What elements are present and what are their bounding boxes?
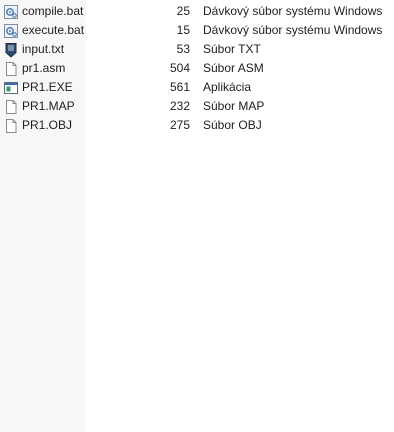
- file-type: Dávkový súbor systému Windows: [203, 23, 383, 37]
- file-row-pr1-obj[interactable]: PR1.OBJ 275 Súbor OBJ: [0, 116, 394, 135]
- file-name: PR1.OBJ: [22, 118, 73, 132]
- file-row-pr1-asm[interactable]: pr1.asm 504 Súbor ASM: [0, 59, 394, 78]
- file-name: pr1.asm: [22, 61, 66, 75]
- file-list: compile.bat 25 Dávkový súbor systému Win…: [0, 2, 394, 135]
- file-size: 53: [176, 42, 190, 56]
- blank-file-icon: [3, 61, 19, 77]
- file-type: Súbor OBJ: [203, 118, 262, 132]
- file-type: Súbor TXT: [203, 42, 261, 56]
- file-name: input.txt: [22, 42, 65, 56]
- file-size: 232: [169, 99, 190, 113]
- file-row-compile-bat[interactable]: compile.bat 25 Dávkový súbor systému Win…: [0, 2, 394, 21]
- file-type: Dávkový súbor systému Windows: [203, 4, 383, 18]
- text-file-icon: [3, 42, 19, 58]
- file-name: PR1.EXE: [22, 80, 73, 94]
- blank-file-icon: [3, 99, 19, 115]
- file-row-pr1-exe[interactable]: PR1.EXE 561 Aplikácia: [0, 78, 394, 97]
- blank-file-icon: [3, 118, 19, 134]
- file-name: PR1.MAP: [22, 99, 75, 113]
- file-row-pr1-map[interactable]: PR1.MAP 232 Súbor MAP: [0, 97, 394, 116]
- file-type: Súbor MAP: [203, 99, 265, 113]
- file-size: 561: [169, 80, 190, 94]
- file-row-execute-bat[interactable]: execute.bat 15 Dávkový súbor systému Win…: [0, 21, 394, 40]
- file-size: 504: [169, 61, 190, 75]
- file-size: 275: [169, 118, 190, 132]
- file-size: 15: [176, 23, 190, 37]
- file-type: Súbor ASM: [203, 61, 264, 75]
- file-name: execute.bat: [22, 23, 85, 37]
- batch-file-icon: [3, 23, 19, 39]
- file-size: 25: [176, 4, 190, 18]
- file-type: Aplikácia: [203, 80, 252, 94]
- file-name: compile.bat: [22, 4, 84, 18]
- file-row-input-txt[interactable]: input.txt 53 Súbor TXT: [0, 40, 394, 59]
- executable-icon: [3, 80, 19, 96]
- batch-file-icon: [3, 4, 19, 20]
